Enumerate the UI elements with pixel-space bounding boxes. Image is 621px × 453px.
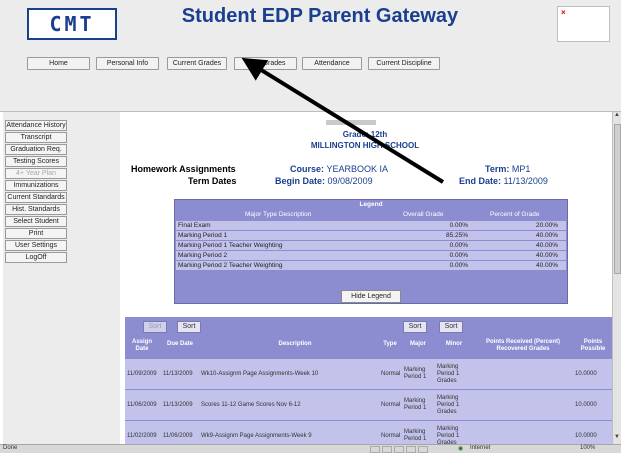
col-major: Major [409, 341, 426, 347]
tab-current-discipline[interactable]: Current Discipline [368, 57, 440, 70]
tab-final-grades[interactable]: Final Grades [234, 57, 297, 70]
tab-home[interactable]: Home [27, 57, 90, 70]
sidebar-item-attendance-history[interactable]: Attendance History [5, 120, 67, 131]
status-text: Done [3, 445, 18, 451]
term-value: MP1 [511, 164, 531, 174]
app-title: Student EDP Parent Gateway [181, 5, 459, 27]
main-content: Grade: 12th MILLINGTON HIGH SCHOOL Homew… [120, 112, 612, 444]
sidebar-item-immunizations[interactable]: Immunizations [5, 180, 67, 191]
legend-title: Legend [359, 201, 383, 208]
term-dates-label: Term Dates [188, 176, 237, 186]
school-name: MILLINGTON HIGH SCHOOL [310, 141, 420, 150]
grade-label: Grade: 12th [342, 130, 388, 139]
course-value: YEARBOOK IA [326, 164, 389, 174]
sidebar-item-user-settings[interactable]: User Settings [5, 240, 67, 251]
sort-assign-date-button: Sort [143, 321, 167, 333]
tab-personal-info[interactable]: Personal Info [96, 57, 159, 70]
sidebar-item-graduation-req[interactable]: Graduation Req. [5, 144, 67, 155]
hide-legend-button[interactable]: Hide Legend [341, 290, 401, 303]
col-points-received: Points Received (Percent) Recovered Grad… [485, 339, 561, 352]
section-title: Homework Assignments [131, 164, 236, 174]
sidebar: Attendance History Transcript Graduation… [3, 112, 120, 453]
col-points-possible: Points Possible [580, 339, 606, 352]
zoom-level[interactable]: 100% [580, 445, 595, 451]
legend-header-description: Major Type Description [245, 211, 312, 218]
globe-icon: ◉ [458, 446, 464, 452]
sort-major-button[interactable]: Sort [403, 321, 427, 333]
status-pane [382, 446, 392, 453]
status-pane [406, 446, 416, 453]
legend-row: Marking Period 2 0.00% 40.00% [176, 251, 566, 260]
legend-header-percent: Percent of Grade [490, 211, 540, 218]
assignments-table: Sort Sort Sort Sort Assign Date Due Date… [125, 317, 612, 444]
scroll-down-icon[interactable]: ▼ [614, 434, 620, 440]
table-row: 11/09/2009 11/13/2009 Wk10-Assignm Page … [125, 359, 612, 389]
page-header: CMT Student EDP Parent Gateway × Home Pe… [0, 0, 621, 112]
status-pane [394, 446, 404, 453]
end-date-value: 11/13/2009 [503, 176, 548, 186]
legend-row: Final Exam 0.00% 20.00% [176, 221, 566, 230]
table-row: 11/06/2009 11/13/2009 Scores 11-12 Game … [125, 390, 612, 420]
vertical-scrollbar[interactable]: ▲ ▼ [612, 112, 621, 444]
browser-status-bar: Done ◉ Internet 100% [0, 444, 621, 453]
broken-image-icon: × [557, 6, 610, 42]
col-minor: Minor [445, 341, 463, 347]
legend-row: Marking Period 2 Teacher Weighting 0.00%… [176, 261, 566, 270]
sidebar-item-select-student[interactable]: Select Student [5, 216, 67, 227]
legend-row: Marking Period 1 85.25% 40.00% [176, 231, 566, 240]
begin-date-value: 09/08/2009 [327, 176, 373, 186]
sidebar-item-print[interactable]: Print [5, 228, 67, 239]
sidebar-item-hist-standards[interactable]: Hist. Standards [5, 204, 67, 215]
sidebar-item-logoff[interactable]: LogOff [5, 252, 67, 263]
sidebar-item-year-plan: 4+ Year Plan [5, 168, 67, 179]
scroll-up-icon[interactable]: ▲ [614, 112, 620, 118]
cmt-logo: CMT [27, 8, 117, 40]
scroll-thumb[interactable] [614, 124, 621, 274]
sort-due-date-button[interactable]: Sort [177, 321, 201, 333]
loading-bar [326, 120, 376, 125]
begin-date-info: Begin Date: 09/08/2009 [275, 176, 373, 186]
col-assign-date: Assign Date [131, 339, 152, 352]
col-description: Description [278, 341, 312, 347]
course-info: Course: YEARBOOK IA [290, 164, 389, 174]
sort-minor-button[interactable]: Sort [439, 321, 463, 333]
legend-header-overall: Overall Grade [403, 211, 444, 218]
security-zone: Internet [470, 445, 491, 451]
sidebar-item-transcript[interactable]: Transcript [5, 132, 67, 143]
tab-current-grades[interactable]: Current Grades [167, 57, 227, 70]
sidebar-item-testing-scores[interactable]: Testing Scores [5, 156, 67, 167]
status-pane [370, 446, 380, 453]
end-date-info: End Date: 11/13/2009 [459, 176, 548, 186]
col-type: Type [383, 341, 397, 347]
legend-panel: Legend Major Type Description Overall Gr… [174, 199, 568, 304]
status-pane [418, 446, 428, 453]
tab-attendance[interactable]: Attendance [302, 57, 362, 70]
table-row: 11/02/2009 11/06/2009 Wk9-Assignm Page A… [125, 421, 612, 444]
sidebar-item-current-standards[interactable]: Current Standards [5, 192, 67, 203]
legend-row: Marking Period 1 Teacher Weighting 0.00%… [176, 241, 566, 250]
term-info: Term: MP1 [485, 164, 531, 174]
col-due-date: Due Date [166, 341, 193, 347]
